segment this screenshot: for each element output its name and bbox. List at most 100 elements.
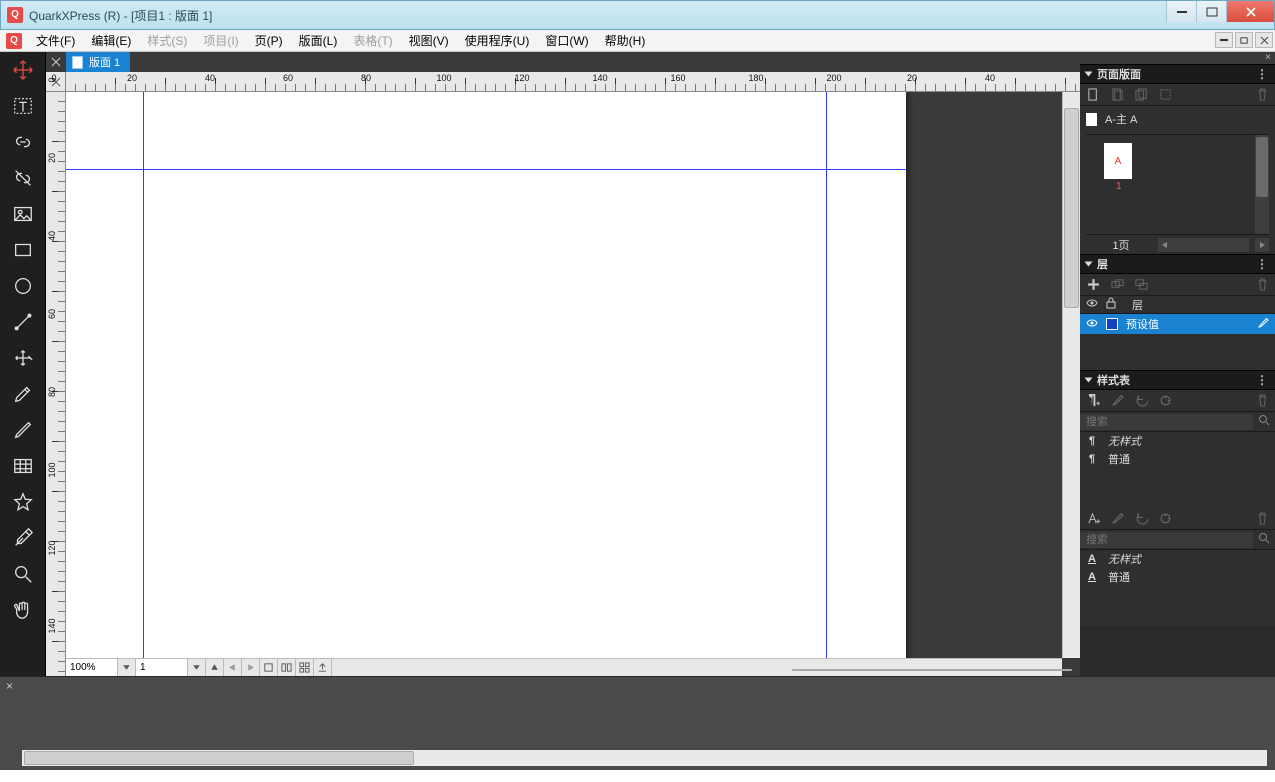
view-thumb-icon[interactable] [296, 659, 314, 676]
layout-tab[interactable]: 版面 1 [66, 52, 130, 72]
picture-tool[interactable] [6, 199, 40, 229]
edit-layer-icon[interactable] [1257, 317, 1269, 332]
minimize-button[interactable] [1166, 1, 1196, 22]
menu-window[interactable]: 窗口(W) [537, 30, 596, 52]
zoom-dropdown-icon[interactable] [118, 659, 136, 676]
measurements-close-icon[interactable]: × [6, 679, 13, 693]
text-tool[interactable] [6, 91, 40, 121]
next-page-icon[interactable] [242, 659, 260, 676]
delete-page-icon[interactable] [1255, 88, 1269, 102]
update-char-style-icon[interactable] [1158, 512, 1172, 526]
menu-util[interactable]: 使用程序(U) [457, 30, 538, 52]
menu-layout[interactable]: 版面(L) [291, 30, 346, 52]
palette-styles-header[interactable]: 样式表 ⋮ [1080, 370, 1275, 390]
zoom-field[interactable]: 100% [66, 659, 118, 676]
thumbs-scrollbar[interactable] [1255, 135, 1269, 234]
menu-page[interactable]: 页(P) [247, 30, 291, 52]
eyedropper-tool[interactable] [6, 523, 40, 553]
new-page-icon[interactable] [1086, 88, 1100, 102]
palette-menu-icon[interactable]: ⋮ [1256, 375, 1269, 385]
horizontal-ruler[interactable]: 0204060801001201401601802002040 [66, 72, 1080, 92]
star-tool[interactable] [6, 487, 40, 517]
palette-pages-header[interactable]: 页面版面 ⋮ [1080, 64, 1275, 84]
pencil-tool[interactable] [6, 415, 40, 445]
edit-style-icon[interactable] [1110, 394, 1124, 408]
bottom-scroll-thumb[interactable] [24, 751, 414, 765]
canvas[interactable] [66, 92, 1062, 658]
mdi-minimize-button[interactable] [1215, 32, 1233, 48]
pages-prev-icon[interactable] [1158, 238, 1172, 252]
rectangle-tool[interactable] [6, 235, 40, 265]
new-layer-icon[interactable] [1086, 278, 1100, 292]
merge-layer-icon[interactable] [1110, 278, 1124, 292]
pages-next-icon[interactable] [1255, 238, 1269, 252]
menu-view[interactable]: 视图(V) [401, 30, 457, 52]
char-style-none[interactable]: A 无样式 [1080, 550, 1275, 568]
vertical-scrollbar[interactable] [1062, 92, 1080, 658]
master-page-row[interactable]: A-主 A [1086, 110, 1269, 128]
new-master-icon[interactable] [1110, 88, 1124, 102]
para-style-search[interactable] [1080, 414, 1253, 430]
export-icon[interactable] [314, 659, 332, 676]
page-dropdown-icon[interactable] [188, 659, 206, 676]
menu-item[interactable]: 项目(I) [195, 30, 246, 52]
bottom-scrollbar[interactable] [22, 750, 1267, 766]
palette-layers-header[interactable]: 层 ⋮ [1080, 254, 1275, 274]
vertical-ruler[interactable]: 020406080100120140 [46, 92, 66, 676]
menu-file[interactable]: 文件(F) [28, 30, 83, 52]
zoom-tool[interactable] [6, 559, 40, 589]
page-options-icon[interactable] [1158, 88, 1172, 102]
menu-style[interactable]: 样式(S) [139, 30, 195, 52]
unlink-tool[interactable] [6, 163, 40, 193]
thumbs-scroll-thumb[interactable] [1256, 137, 1268, 197]
page[interactable] [66, 92, 906, 658]
pages-hscroll[interactable] [1172, 238, 1249, 252]
delete-style-icon[interactable] [1255, 394, 1269, 408]
search-icon[interactable] [1253, 532, 1275, 547]
move-layer-icon[interactable] [1134, 278, 1148, 292]
move-tool[interactable] [6, 55, 40, 85]
mdi-restore-button[interactable] [1235, 32, 1253, 48]
menu-help[interactable]: 帮助(H) [597, 30, 654, 52]
hand-tool[interactable] [6, 595, 40, 625]
project-icon[interactable] [6, 33, 22, 49]
line-tool[interactable] [6, 307, 40, 337]
duplicate-char-style-icon[interactable] [1134, 512, 1148, 526]
duplicate-page-icon[interactable] [1134, 88, 1148, 102]
delete-layer-icon[interactable] [1255, 278, 1269, 292]
palette-menu-icon[interactable]: ⋮ [1256, 69, 1269, 79]
pen-tool[interactable] [6, 379, 40, 409]
close-button[interactable] [1226, 1, 1274, 22]
duplicate-style-icon[interactable] [1134, 394, 1148, 408]
char-style-search[interactable] [1080, 532, 1253, 548]
mdi-close-button[interactable] [1255, 32, 1273, 48]
char-style-normal[interactable]: A 普通 [1080, 568, 1275, 586]
para-style-none[interactable]: ¶ 无样式 [1080, 432, 1275, 450]
horizontal-scroll-thumb[interactable] [792, 669, 1072, 671]
item-move-tool[interactable] [6, 343, 40, 373]
new-char-style-icon[interactable] [1086, 512, 1100, 526]
menu-edit[interactable]: 编辑(E) [83, 30, 139, 52]
table-tool[interactable] [6, 451, 40, 481]
view-single-icon[interactable] [260, 659, 278, 676]
link-tool[interactable] [6, 127, 40, 157]
edit-char-style-icon[interactable] [1110, 512, 1124, 526]
maximize-button[interactable] [1196, 1, 1226, 22]
visibility-icon[interactable] [1086, 318, 1098, 331]
delete-char-style-icon[interactable] [1255, 512, 1269, 526]
new-para-style-icon[interactable] [1086, 394, 1100, 408]
menu-table[interactable]: 表格(T) [345, 30, 400, 52]
page-up-icon[interactable] [206, 659, 224, 676]
layer-row-default[interactable]: 预设值 [1080, 314, 1275, 334]
vertical-scroll-thumb[interactable] [1064, 108, 1079, 308]
prev-page-icon[interactable] [224, 659, 242, 676]
palette-menu-icon[interactable]: ⋮ [1256, 259, 1269, 269]
page-thumbnail[interactable]: A [1104, 143, 1132, 179]
para-style-normal[interactable]: ¶ 普通 [1080, 450, 1275, 468]
search-icon[interactable] [1253, 414, 1275, 429]
tabstrip-close-icon[interactable] [46, 52, 66, 72]
page-field[interactable]: 1 [136, 659, 188, 676]
view-spread-icon[interactable] [278, 659, 296, 676]
oval-tool[interactable] [6, 271, 40, 301]
update-style-icon[interactable] [1158, 394, 1172, 408]
